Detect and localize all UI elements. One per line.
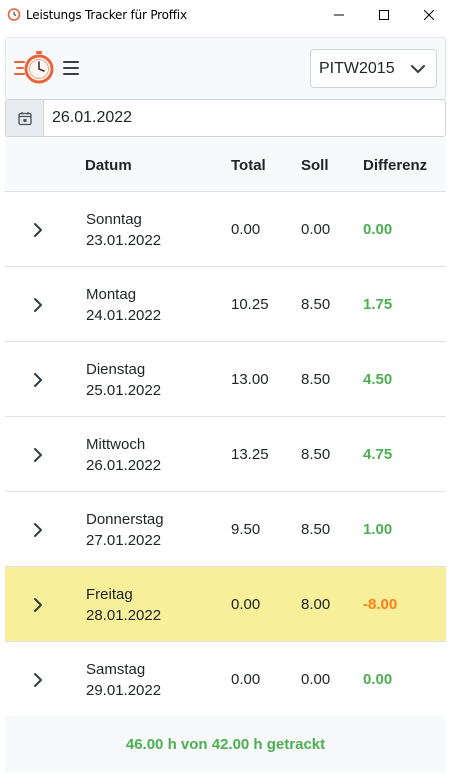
table-row-highlighted[interactable]: Freitag 28.01.2022 0.00 8.00 -8.00 [5, 567, 446, 642]
chevron-right-icon[interactable] [32, 447, 44, 463]
hamburger-icon [63, 61, 79, 63]
row-date: 24.01.2022 [86, 307, 162, 324]
row-differenz: 1.75 [363, 296, 393, 313]
chevron-right-icon[interactable] [32, 597, 44, 613]
mandant-select[interactable]: PITW2015 [310, 49, 437, 88]
minimize-button[interactable] [316, 0, 362, 30]
table-row[interactable]: Samstag 29.01.2022 0.00 0.00 0.00 [5, 642, 446, 717]
table-row[interactable]: Sonntag 23.01.2022 0.00 0.00 0.00 [5, 192, 446, 267]
col-header-soll: Soll [301, 157, 329, 174]
table-row[interactable]: Donnerstag 27.01.2022 9.50 8.50 1.00 [5, 492, 446, 567]
table-row[interactable]: Montag 24.01.2022 10.25 8.50 1.75 [5, 267, 446, 342]
date-picker [5, 99, 446, 137]
tracked-summary: 46.00 h von 42.00 h getrackt [125, 736, 326, 753]
row-day-name: Montag [86, 286, 137, 303]
maximize-button[interactable] [361, 0, 407, 30]
row-total: 0.00 [231, 221, 261, 238]
col-header-total: Total [231, 157, 266, 174]
row-date: 25.01.2022 [86, 382, 162, 399]
row-day-name: Mittwoch [86, 436, 146, 453]
table-row[interactable]: Dienstag 25.01.2022 13.00 8.50 4.50 [5, 342, 446, 417]
mandant-select-value: PITW2015 [319, 60, 395, 77]
window-title: Leistungs Tracker für Proffix [26, 8, 187, 22]
window-titlebar: Leistungs Tracker für Proffix [0, 0, 451, 30]
row-soll: 8.50 [301, 446, 331, 463]
row-soll: 8.50 [301, 371, 331, 388]
row-total: 10.25 [231, 296, 269, 313]
row-day-name: Samstag [86, 661, 146, 678]
row-date: 28.01.2022 [86, 607, 162, 624]
close-button[interactable] [406, 0, 451, 30]
row-total: 13.25 [231, 446, 269, 463]
row-differenz: 0.00 [363, 221, 393, 238]
stopwatch-logo-icon [14, 51, 54, 84]
row-soll: 8.50 [301, 521, 331, 538]
row-total: 0.00 [231, 596, 261, 613]
app-stopwatch-icon [7, 8, 21, 21]
app-header: PITW2015 [5, 37, 446, 100]
row-soll: 8.50 [301, 296, 331, 313]
row-differenz: 4.75 [363, 446, 393, 463]
row-soll: 8.00 [301, 596, 331, 613]
close-icon [424, 10, 434, 20]
calendar-button[interactable] [6, 100, 44, 136]
minimize-icon [334, 14, 344, 16]
row-differenz: 0.00 [363, 671, 393, 688]
row-total: 9.50 [231, 521, 261, 538]
row-date: 26.01.2022 [86, 457, 162, 474]
row-differenz: 4.50 [363, 371, 393, 388]
row-date: 23.01.2022 [86, 232, 162, 249]
chevron-right-icon[interactable] [32, 672, 44, 688]
col-header-datum: Datum [85, 157, 132, 174]
chevron-right-icon[interactable] [32, 372, 44, 388]
row-day-name: Sonntag [86, 211, 142, 228]
row-differenz: 1.00 [363, 521, 393, 538]
row-day-name: Dienstag [86, 361, 146, 378]
table-header: Datum Total Soll Differenz [5, 137, 446, 192]
chevron-down-icon [411, 65, 425, 73]
table-row[interactable]: Mittwoch 26.01.2022 13.25 8.50 4.75 [5, 417, 446, 492]
row-day-name: Donnerstag [86, 511, 164, 528]
calendar-icon [17, 111, 32, 125]
summary-footer: 46.00 h von 42.00 h getrackt [5, 716, 446, 773]
maximize-icon [379, 10, 389, 20]
date-input[interactable] [52, 109, 432, 127]
row-total: 13.00 [231, 371, 269, 388]
row-soll: 0.00 [301, 221, 331, 238]
hamburger-menu-button[interactable] [63, 61, 79, 75]
col-header-differenz: Differenz [363, 157, 428, 174]
chevron-right-icon[interactable] [32, 522, 44, 538]
row-date: 27.01.2022 [86, 532, 162, 549]
chevron-right-icon[interactable] [32, 297, 44, 313]
row-soll: 0.00 [301, 671, 331, 688]
row-day-name: Freitag [86, 586, 133, 603]
row-total: 0.00 [231, 671, 261, 688]
chevron-right-icon[interactable] [32, 222, 44, 238]
row-date: 29.01.2022 [86, 682, 162, 699]
row-differenz: -8.00 [363, 596, 398, 613]
